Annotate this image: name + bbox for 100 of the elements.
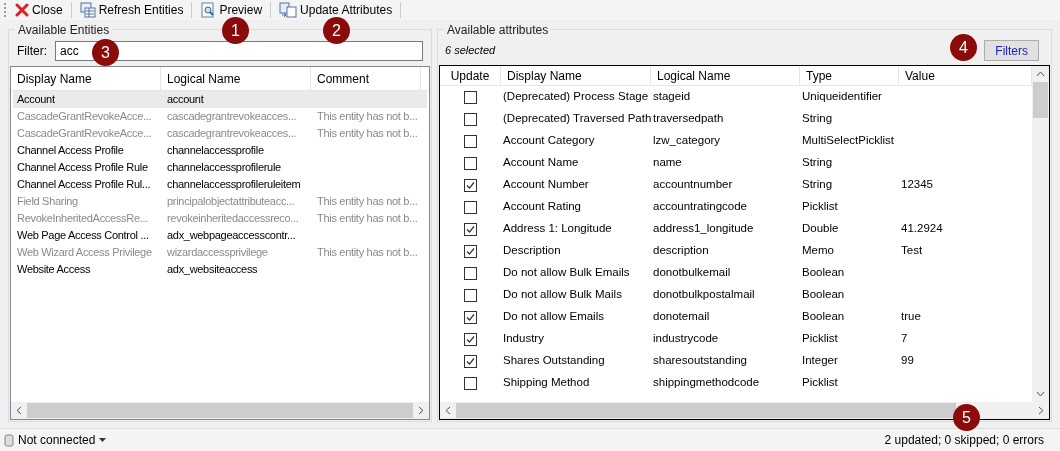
entity-row[interactable]: Web Page Access Control ... adx_webpageaccesscontr... [13, 227, 427, 244]
attribute-type: Memo [801, 243, 835, 259]
attribute-display-name: Shipping Method [502, 375, 591, 391]
checkbox[interactable] [464, 244, 477, 258]
entity-row[interactable]: Account account [13, 91, 427, 108]
entity-display-name: Field Sharing [17, 194, 78, 210]
checkbox[interactable] [464, 112, 477, 126]
entity-display-name: Channel Access Profile Rule [17, 160, 148, 176]
database-icon [4, 433, 14, 447]
attribute-logical-name: stageid [652, 89, 692, 105]
scroll-right-icon[interactable] [1038, 406, 1044, 415]
column-header[interactable]: Type [800, 66, 899, 85]
scrollbar-thumb[interactable] [456, 403, 956, 418]
callout-badge: 4 [950, 34, 977, 61]
attribute-type: Picklist [801, 375, 839, 391]
entity-logical-name: revokeinheritedaccessreco... [167, 211, 299, 227]
entity-row[interactable]: Channel Access Profile channelaccessprofile [13, 142, 427, 159]
connection-dropdown[interactable]: Not connected [4, 431, 107, 449]
entity-display-name: CascadeGrantRevokeAcce... [17, 109, 152, 125]
attribute-type: Boolean [801, 309, 846, 325]
attribute-logical-name: donotemail [652, 309, 711, 325]
attribute-logical-name: address1_longitude [652, 221, 755, 237]
checkbox[interactable] [464, 222, 477, 236]
vertical-scrollbar[interactable] [1032, 66, 1049, 402]
checkbox[interactable] [464, 178, 477, 192]
attribute-type: Uniqueidentifier [801, 89, 883, 105]
checkbox[interactable] [464, 156, 477, 170]
attribute-logical-name: traversedpath [652, 111, 725, 127]
entity-logical-name: channelaccessprofile [167, 143, 264, 159]
close-icon [15, 3, 29, 17]
attribute-display-name: Account Category [502, 133, 596, 149]
column-header[interactable]: Comment [311, 67, 421, 90]
checkbox[interactable] [464, 90, 477, 104]
column-header[interactable]: Display Name [501, 66, 651, 85]
attribute-display-name: Shares Outstanding [502, 353, 606, 369]
attribute-value: Test [900, 243, 924, 259]
checkbox[interactable] [464, 332, 477, 346]
scroll-left-icon[interactable] [16, 406, 22, 415]
column-header[interactable]: Update [440, 66, 501, 85]
scroll-down-icon[interactable] [1036, 391, 1045, 397]
attribute-type: MultiSelectPicklist [801, 133, 896, 149]
toolbar-button[interactable]: Update Attributes [277, 1, 395, 19]
entity-logical-name: adx_webpageaccesscontr... [167, 228, 296, 244]
toolbar-button[interactable]: Close [13, 1, 65, 19]
attribute-display-name: Account Number [502, 177, 590, 193]
attribute-display-name: Account Name [502, 155, 580, 171]
column-header[interactable]: Logical Name [161, 67, 311, 90]
entity-row[interactable]: Website Access adx_websiteaccess [13, 261, 427, 278]
entity-display-name: Web Wizard Access Privilege [17, 245, 152, 261]
horizontal-scrollbar[interactable] [11, 402, 429, 419]
scrollbar-thumb[interactable] [1033, 82, 1048, 118]
scroll-left-icon[interactable] [445, 406, 451, 415]
entity-comment: This entity has not b... [316, 126, 419, 142]
attribute-type: Integer [801, 353, 839, 369]
entity-display-name: Channel Access Profile [17, 143, 124, 159]
attribute-value: true [900, 309, 922, 325]
filters-button[interactable]: Filters [984, 40, 1039, 61]
checkbox[interactable] [464, 200, 477, 214]
scrollbar-thumb[interactable] [27, 403, 413, 418]
toolbar-button[interactable]: Refresh Entities [77, 1, 186, 19]
attribute-type: String [801, 111, 834, 127]
attribute-logical-name: accountnumber [652, 177, 734, 193]
column-header[interactable]: Display Name [11, 67, 161, 90]
entity-comment: This entity has not b... [316, 211, 419, 227]
attribute-display-name: Address 1: Longitude [502, 221, 613, 237]
scroll-up-icon[interactable] [1036, 71, 1045, 77]
attribute-logical-name: lzw_category [652, 133, 722, 149]
attribute-type: String [801, 177, 834, 193]
checkbox[interactable] [464, 376, 477, 390]
entity-display-name: CascadeGrantRevokeAcce... [17, 126, 152, 142]
caret-icon [99, 438, 107, 442]
entity-row[interactable]: Channel Access Profile Rule channelaccessprofilerule [13, 159, 427, 176]
entity-row[interactable]: Channel Access Profile Rul... channelaccessprofileruleitem [13, 176, 427, 193]
attribute-value: 99 [900, 353, 915, 369]
entity-comment: This entity has not b... [316, 245, 419, 261]
callout-badge: 3 [92, 39, 119, 66]
entity-logical-name: cascadegrantrevokeacces... [167, 126, 297, 142]
column-header[interactable]: Logical Name [651, 66, 800, 85]
attribute-display-name: Industry [502, 331, 545, 347]
selected-count: 6 selected [445, 43, 496, 59]
attribute-display-name: Do not allow Bulk Emails [502, 265, 631, 281]
status-summary: 2 updated; 0 skipped; 0 errors [884, 432, 1044, 449]
attribute-logical-name: description [652, 243, 710, 259]
attribute-type: Double [801, 221, 840, 237]
checkbox[interactable] [464, 354, 477, 368]
scroll-right-icon[interactable] [418, 406, 424, 415]
checkbox[interactable] [464, 310, 477, 324]
filter-label: Filter: [17, 43, 47, 60]
entity-display-name: Channel Access Profile Rul... [17, 177, 151, 193]
checkbox[interactable] [464, 266, 477, 280]
entity-comment: This entity has not b... [316, 194, 419, 210]
entity-display-name: RevokeInheritedAccessRe... [17, 211, 148, 227]
checkbox[interactable] [464, 288, 477, 302]
attribute-display-name: (Deprecated) Process Stage [502, 89, 650, 105]
attribute-type: Boolean [801, 265, 846, 281]
attribute-display-name: Description [502, 243, 562, 259]
checkbox[interactable] [464, 134, 477, 148]
toolbar-button[interactable]: Preview [198, 1, 265, 19]
attribute-value: 12345 [900, 177, 934, 193]
toolbar-grip [4, 3, 7, 17]
